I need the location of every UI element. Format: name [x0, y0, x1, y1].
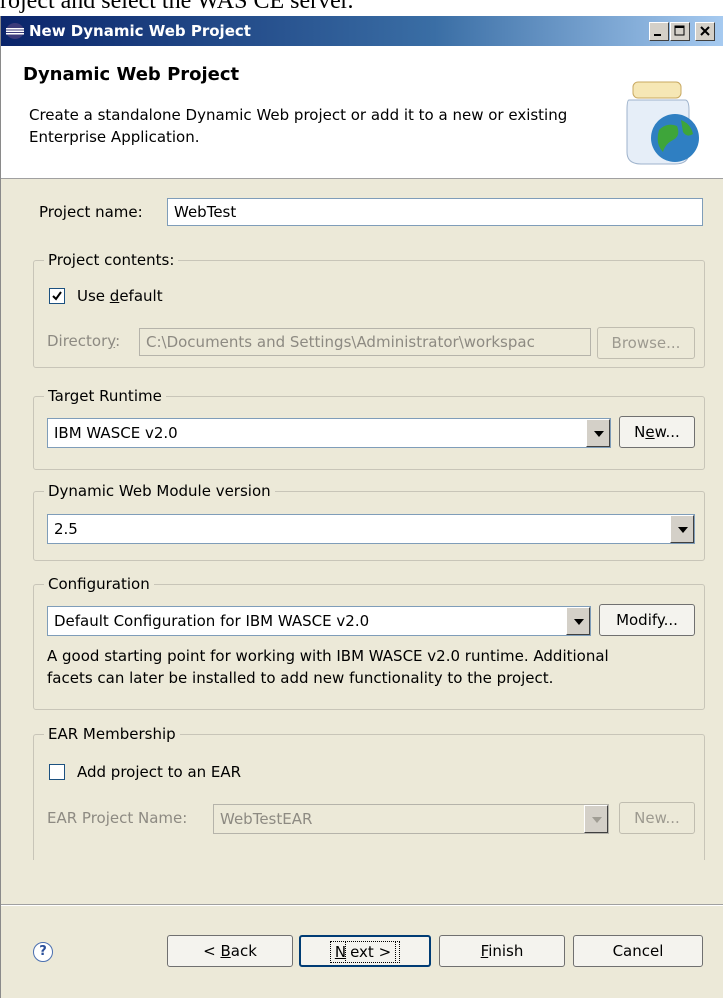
wizard-header: Dynamic Web Project Create a standalone …: [1, 46, 723, 179]
modify-button[interactable]: Modify...: [599, 604, 695, 636]
directory-input[interactable]: C:\Documents and Settings\Administrator\…: [139, 328, 591, 356]
dropdown-arrow-icon[interactable]: [566, 607, 590, 635]
ear-membership-label: EAR Membership: [44, 723, 180, 745]
configuration-description-line-2: facets can later be installed to add new…: [47, 669, 554, 687]
cancel-button[interactable]: Cancel: [573, 935, 703, 967]
add-to-ear-label: Add project to an EAR: [77, 763, 242, 781]
project-name-input[interactable]: WebTest: [167, 198, 703, 226]
use-default-checkbox[interactable]: [49, 288, 65, 304]
close-button[interactable]: [695, 22, 715, 41]
close-icon: [700, 26, 710, 36]
ear-membership-group: EAR Membership: [33, 723, 705, 860]
new-runtime-button[interactable]: New...: [619, 416, 695, 448]
footer-separator: [1, 904, 723, 906]
configuration-value: Default Configuration for IBM WASCE v2.0: [54, 612, 370, 630]
target-runtime-value: IBM WASCE v2.0: [54, 424, 178, 442]
checkmark-icon: [52, 291, 62, 301]
target-runtime-select[interactable]: IBM WASCE v2.0: [47, 418, 611, 448]
window-title: New Dynamic Web Project: [29, 22, 251, 40]
web-module-version-select[interactable]: 2.5: [47, 514, 695, 544]
project-contents-label: Project contents:: [44, 249, 179, 271]
target-runtime-label: Target Runtime: [44, 385, 166, 407]
ear-project-name-select[interactable]: WebTestEAR: [213, 804, 609, 834]
add-to-ear-checkbox[interactable]: [49, 764, 65, 780]
configuration-description-line-1: A good starting point for working with I…: [47, 647, 609, 665]
configuration-select[interactable]: Default Configuration for IBM WASCE v2.0: [47, 606, 591, 636]
title-bar[interactable]: New Dynamic Web Project: [1, 16, 723, 46]
next-button[interactable]: Next >: [299, 935, 431, 967]
dialog-window: New Dynamic Web Project Dynamic Web Proj…: [0, 16, 723, 998]
use-default-label: Use default: [77, 287, 163, 305]
eclipse-logo-icon: [6, 23, 24, 39]
dropdown-arrow-icon[interactable]: [586, 419, 610, 447]
web-project-jar-icon: [626, 81, 699, 165]
page-title: Dynamic Web Project: [23, 64, 240, 85]
project-name-label: Project name:: [39, 203, 143, 221]
web-module-version-label: Dynamic Web Module version: [44, 480, 275, 502]
help-icon[interactable]: ?: [33, 942, 53, 962]
page-description: Create a standalone Dynamic Web project …: [29, 106, 568, 146]
finish-button[interactable]: Finish: [439, 935, 565, 967]
maximize-icon: [674, 25, 685, 36]
minimize-icon: [654, 34, 661, 36]
maximize-button[interactable]: [670, 22, 690, 41]
document-caption: roject and select the WAS CE server.: [0, 0, 354, 14]
directory-label: Directory:: [47, 332, 121, 350]
dropdown-arrow-icon[interactable]: [670, 515, 694, 543]
ear-project-name-value: WebTestEAR: [220, 810, 313, 828]
configuration-label: Configuration: [44, 573, 154, 595]
back-button[interactable]: < Back: [167, 935, 293, 967]
minimize-button[interactable]: [649, 22, 669, 41]
ear-project-name-label: EAR Project Name:: [47, 809, 188, 827]
web-module-version-value: 2.5: [54, 520, 78, 538]
browse-button[interactable]: Browse...: [597, 327, 695, 359]
new-ear-button[interactable]: New...: [619, 802, 695, 834]
dropdown-arrow-icon[interactable]: [584, 805, 608, 833]
